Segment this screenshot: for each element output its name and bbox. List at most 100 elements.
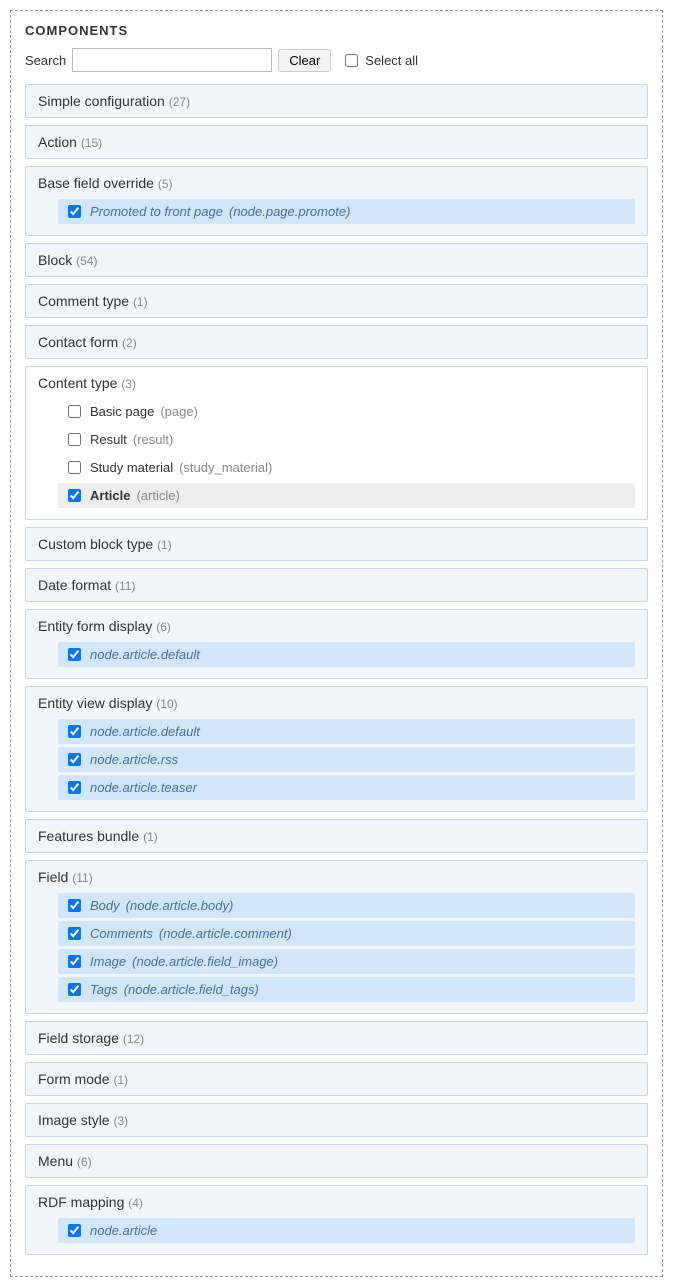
component-checkbox[interactable] bbox=[68, 461, 81, 474]
group-header[interactable]: Menu (6) bbox=[38, 1153, 635, 1169]
component-item: Article (article) bbox=[58, 483, 635, 508]
group-label: Field bbox=[38, 869, 68, 885]
component-group: Features bundle (1) bbox=[25, 819, 648, 853]
component-machine-name: (article) bbox=[136, 488, 179, 503]
group-label: RDF mapping bbox=[38, 1194, 124, 1210]
select-all-checkbox[interactable] bbox=[345, 54, 358, 67]
group-header[interactable]: Form mode (1) bbox=[38, 1071, 635, 1087]
group-count: (6) bbox=[156, 620, 171, 634]
group-header[interactable]: Comment type (1) bbox=[38, 293, 635, 309]
group-header[interactable]: Field storage (12) bbox=[38, 1030, 635, 1046]
component-group: Date format (11) bbox=[25, 568, 648, 602]
group-label: Form mode bbox=[38, 1071, 110, 1087]
component-machine-name: (node.article.field_image) bbox=[132, 954, 278, 969]
group-label: Date format bbox=[38, 577, 111, 593]
group-label: Comment type bbox=[38, 293, 129, 309]
group-count: (5) bbox=[158, 177, 173, 191]
group-header[interactable]: Content type (3) bbox=[38, 375, 635, 391]
component-checkbox[interactable] bbox=[68, 205, 81, 218]
group-header[interactable]: Entity view display (10) bbox=[38, 695, 635, 711]
component-checkbox[interactable] bbox=[68, 648, 81, 661]
component-label: Promoted to front page bbox=[90, 204, 223, 219]
component-label: Comments bbox=[90, 926, 153, 941]
component-group: Action (15) bbox=[25, 125, 648, 159]
group-header[interactable]: Simple configuration (27) bbox=[38, 93, 635, 109]
component-group: Menu (6) bbox=[25, 1144, 648, 1178]
component-item: node.article.default bbox=[58, 642, 635, 667]
group-header[interactable]: Custom block type (1) bbox=[38, 536, 635, 552]
group-label: Image style bbox=[38, 1112, 110, 1128]
component-machine-name: (result) bbox=[133, 432, 173, 447]
select-all-wrapper: Select all bbox=[341, 51, 418, 70]
component-checkbox[interactable] bbox=[68, 955, 81, 968]
component-group: Field (11)Body (node.article.body)Commen… bbox=[25, 860, 648, 1014]
component-group: Content type (3) Basic page (page)Result … bbox=[25, 366, 648, 520]
group-label: Block bbox=[38, 252, 72, 268]
group-count: (1) bbox=[143, 830, 158, 844]
component-machine-name: (node.article.field_tags) bbox=[124, 982, 259, 997]
component-label: Result bbox=[90, 432, 127, 447]
component-group: Image style (3) bbox=[25, 1103, 648, 1137]
group-label: Contact form bbox=[38, 334, 118, 350]
group-header[interactable]: Date format (11) bbox=[38, 577, 635, 593]
select-all-label: Select all bbox=[365, 53, 418, 68]
group-count: (1) bbox=[157, 538, 172, 552]
group-header[interactable]: Image style (3) bbox=[38, 1112, 635, 1128]
group-count: (2) bbox=[122, 336, 137, 350]
groups-container: Simple configuration (27) Action (15) Base… bbox=[25, 84, 648, 1255]
component-checkbox[interactable] bbox=[68, 899, 81, 912]
component-label: node.article bbox=[90, 1223, 157, 1238]
component-group: Field storage (12) bbox=[25, 1021, 648, 1055]
component-checkbox[interactable] bbox=[68, 725, 81, 738]
group-children: node.article.default node.article.rss node… bbox=[38, 719, 635, 800]
component-group: Base field override (5) Promoted to front… bbox=[25, 166, 648, 236]
group-count: (1) bbox=[113, 1073, 128, 1087]
group-header[interactable]: Entity form display (6) bbox=[38, 618, 635, 634]
group-label: Custom block type bbox=[38, 536, 153, 552]
group-header[interactable]: Contact form (2) bbox=[38, 334, 635, 350]
group-label: Entity form display bbox=[38, 618, 152, 634]
group-label: Simple configuration bbox=[38, 93, 165, 109]
group-children: Basic page (page)Result (result)Study ma… bbox=[38, 399, 635, 508]
group-header[interactable]: Features bundle (1) bbox=[38, 828, 635, 844]
group-header[interactable]: Block (54) bbox=[38, 252, 635, 268]
component-group: Entity view display (10) node.article.def… bbox=[25, 686, 648, 812]
group-header[interactable]: Field (11) bbox=[38, 869, 635, 885]
component-checkbox[interactable] bbox=[68, 405, 81, 418]
component-group: Simple configuration (27) bbox=[25, 84, 648, 118]
component-label: node.article.teaser bbox=[90, 780, 197, 795]
component-label: Article bbox=[90, 488, 130, 503]
component-label: Image bbox=[90, 954, 126, 969]
component-item: Comments (node.article.comment) bbox=[58, 921, 635, 946]
group-count: (4) bbox=[128, 1196, 143, 1210]
component-machine-name: (node.article.comment) bbox=[159, 926, 292, 941]
component-item: node.article.rss bbox=[58, 747, 635, 772]
component-checkbox[interactable] bbox=[68, 433, 81, 446]
group-label: Base field override bbox=[38, 175, 154, 191]
group-header[interactable]: RDF mapping (4) bbox=[38, 1194, 635, 1210]
group-count: (10) bbox=[156, 697, 177, 711]
component-label: Basic page bbox=[90, 404, 154, 419]
component-group: Entity form display (6) node.article.defa… bbox=[25, 609, 648, 679]
component-item: node.article bbox=[58, 1218, 635, 1243]
clear-button[interactable]: Clear bbox=[278, 49, 331, 72]
component-label: node.article.rss bbox=[90, 752, 178, 767]
group-count: (3) bbox=[113, 1114, 128, 1128]
component-label: node.article.default bbox=[90, 724, 200, 739]
component-checkbox[interactable] bbox=[68, 1224, 81, 1237]
component-checkbox[interactable] bbox=[68, 983, 81, 996]
search-input[interactable] bbox=[72, 48, 272, 72]
component-checkbox[interactable] bbox=[68, 781, 81, 794]
component-item: node.article.teaser bbox=[58, 775, 635, 800]
component-checkbox[interactable] bbox=[68, 927, 81, 940]
group-count: (54) bbox=[76, 254, 97, 268]
component-checkbox[interactable] bbox=[68, 753, 81, 766]
group-label: Features bundle bbox=[38, 828, 139, 844]
component-label: node.article.default bbox=[90, 647, 200, 662]
group-header[interactable]: Base field override (5) bbox=[38, 175, 635, 191]
group-label: Entity view display bbox=[38, 695, 152, 711]
group-header[interactable]: Action (15) bbox=[38, 134, 635, 150]
component-item: Result (result) bbox=[58, 427, 635, 452]
component-machine-name: (node.page.promote) bbox=[229, 204, 350, 219]
component-checkbox[interactable] bbox=[68, 489, 81, 502]
